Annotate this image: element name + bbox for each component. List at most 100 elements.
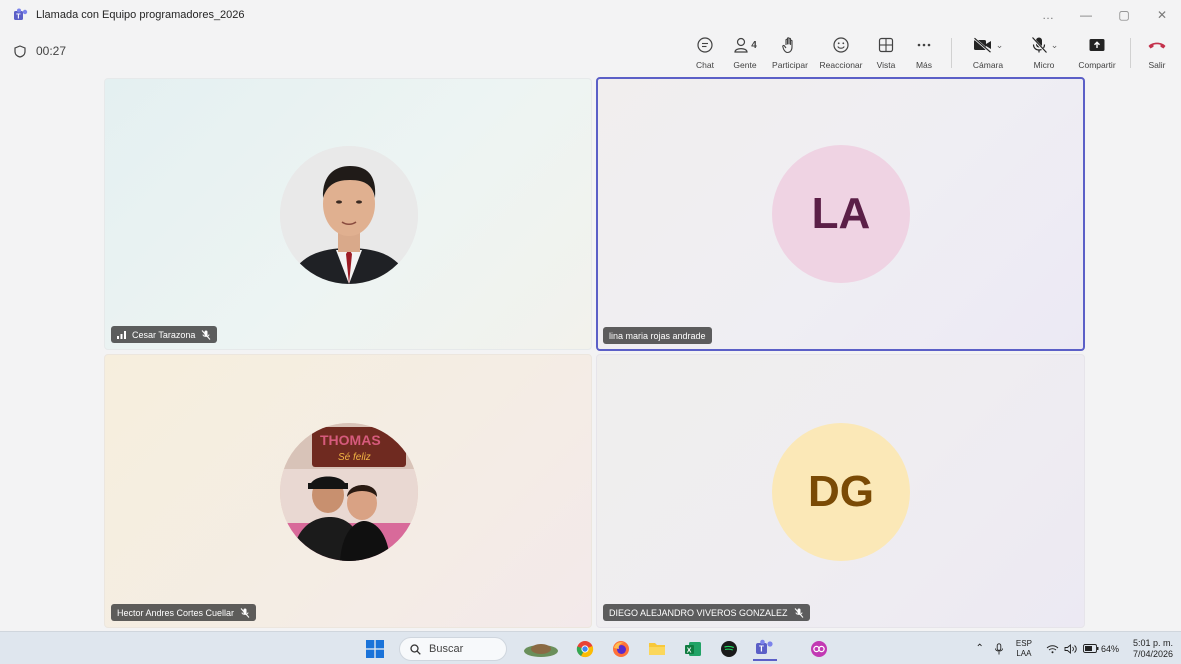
language-indicator[interactable]: ESP LAA [1016,639,1032,659]
chat-label: Chat [696,60,714,70]
battery-icon [1082,644,1099,653]
participant-initials-avatar: DG [772,423,910,561]
leave-label: Salir [1148,60,1166,70]
hand-icon [782,37,793,54]
teams-taskbar-icon[interactable]: T [753,637,777,661]
participant-name-tag: Cesar Tarazona [111,326,218,343]
family-photo-image: THOMAS Sé feliz [280,423,418,561]
svg-text:THOMAS: THOMAS [320,432,381,448]
title-bar: T Llamada con Equipo programadores_2026 … [0,0,1181,30]
window-controls: … — ▢ ✕ [1029,0,1181,30]
people-button[interactable]: 4 Gente [725,32,765,74]
raise-hand-button[interactable]: Participar [765,32,815,74]
clock-time: 5:01 p. m. [1132,637,1173,648]
meeting-toolbar: 00:27 Chat 4 Gente Participar Reaccionar… [0,30,1181,76]
svg-text:T: T [16,14,21,21]
svg-text:Sé feliz: Sé feliz [338,452,371,463]
camera-label: Cámara [972,60,1004,70]
react-button[interactable]: Reaccionar [815,32,867,74]
leave-button[interactable]: Salir [1139,32,1175,74]
participant-tile-2[interactable]: LA lina maria rojas andrade [596,77,1085,351]
call-timer-text: 00:27 [36,44,67,58]
react-label: Reaccionar [819,60,863,70]
people-count: 4 [751,39,757,51]
search-icon [410,643,421,655]
participant-name-tag: Hector Andres Cortes Cuellar [111,604,257,621]
excel-icon[interactable]: X [681,637,705,661]
participant-tile-3[interactable]: THOMAS Sé feliz Hector Andres Cortes Cue… [104,354,592,628]
language-layout: LAA [1016,648,1032,658]
more-label: Más [915,60,933,70]
muted-mic-icon [202,329,211,340]
participant-name: Hector Andres Cortes Cuellar [117,607,235,618]
participant-initials: DG [808,467,874,516]
share-button[interactable]: Compartir [1072,32,1122,74]
participant-name: DIEGO ALEJANDRO VIVEROS GONZALEZ [609,607,788,618]
clock-date: 7/04/2026 [1132,648,1173,659]
camera-button[interactable]: ⌄ Cámara [960,32,1016,74]
battery-indicator[interactable]: 64% [1082,643,1119,654]
toolbar-actions: Chat 4 Gente Participar Reaccionar Vista… [685,32,1175,74]
close-button[interactable]: ✕ [1143,8,1181,22]
participant-photo-avatar [280,146,418,284]
mic-button[interactable]: ⌄ Micro [1016,32,1072,74]
signal-strength-icon [117,330,126,339]
participant-tile-1[interactable]: Cesar Tarazona [104,78,592,350]
emoji-icon [833,37,849,53]
view-button[interactable]: Vista [867,32,905,74]
muted-mic-icon [240,607,250,618]
widgets-icon[interactable] [521,637,561,661]
toolbar-divider [951,38,952,68]
view-label: Vista [876,60,896,70]
chevron-up-icon[interactable]: ⌃ [976,643,984,654]
taskbar-search-box[interactable]: Buscar [399,637,507,661]
system-tray: ⌃ ESP LAA 64% 5:01 p. m. 7/04/2026 [966,635,1173,662]
svg-text:X: X [687,648,692,655]
language-code: ESP [1015,638,1032,648]
battery-percentage: 64% [1100,643,1119,654]
camera-chevron-down-icon[interactable]: ⌄ [996,40,1004,51]
mic-chevron-down-icon[interactable]: ⌄ [1051,40,1059,51]
minimize-button[interactable]: — [1067,8,1105,22]
volume-icon[interactable] [1064,643,1078,654]
spotify-icon[interactable] [717,637,741,661]
share-screen-icon [1089,39,1105,51]
muted-mic-icon [794,607,803,618]
windows-start-icon[interactable] [363,637,387,661]
grid-view-icon [878,37,894,53]
more-icon [917,43,931,47]
person-photo-image [280,146,418,284]
taskbar-apps: Buscar X T [363,637,843,661]
shield-icon [14,44,26,58]
participant-initials: LA [811,189,871,238]
camera-off-icon [972,37,991,53]
toolbar-divider-2 [1130,38,1131,68]
raise-hand-label: Participar [772,60,808,70]
mic-off-icon [1030,36,1047,54]
restore-button[interactable]: ▢ [1105,8,1143,22]
taskbar-clock[interactable]: 5:01 p. m. 7/04/2026 [1133,638,1173,660]
search-placeholder: Buscar [429,643,464,655]
windows-taskbar: Buscar X T ⌃ ESP LAA 64% 5:01 p. m. 7/04… [0,631,1181,664]
hang-up-icon [1148,42,1166,49]
people-label: Gente [733,60,757,70]
participant-tile-4[interactable]: DG DIEGO ALEJANDRO VIVEROS GONZALEZ [596,354,1085,628]
mic-tray-icon[interactable] [994,642,1004,655]
chat-button[interactable]: Chat [685,32,725,74]
file-explorer-icon[interactable] [645,637,669,661]
more-button[interactable]: Más [905,32,943,74]
chrome-icon[interactable] [573,637,597,661]
people-icon [734,37,748,53]
wifi-icon[interactable] [1046,644,1059,654]
teams-app-icon: T [14,8,28,21]
svg-text:T: T [759,645,764,654]
window-more-button[interactable]: … [1029,8,1067,22]
participant-name-tag: lina maria rojas andrade [603,327,712,344]
participant-name: lina maria rojas andrade [609,330,706,341]
mic-label: Micro [1033,60,1055,70]
chat-icon [697,37,713,53]
window-title: Llamada con Equipo programadores_2026 [36,9,245,21]
firefox-icon[interactable] [609,637,633,661]
participant-photo-avatar: THOMAS Sé feliz [280,423,418,561]
copilot-icon[interactable] [807,637,831,661]
